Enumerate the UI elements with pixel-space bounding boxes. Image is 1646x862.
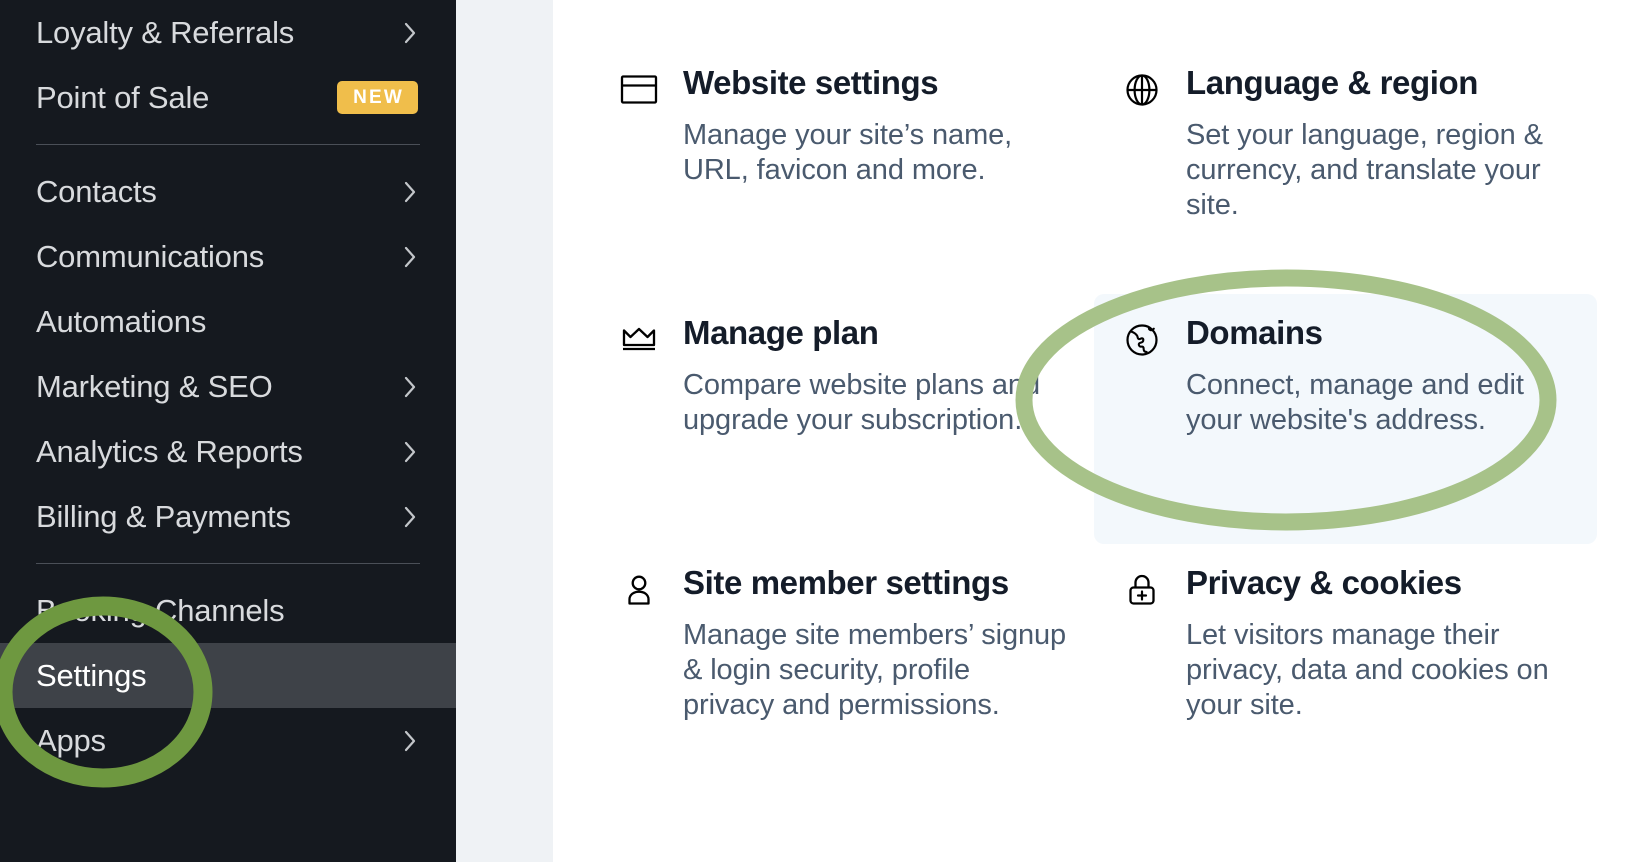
card-title: Language & region (1186, 64, 1571, 102)
new-badge: NEW (337, 81, 418, 114)
settings-card-manage-plan[interactable]: Manage plan Compare website plans and upg… (591, 294, 1094, 544)
sidebar-item-label: Marketing & SEO (36, 369, 272, 405)
card-body: Privacy & cookies Let visitors manage the… (1186, 564, 1571, 722)
card-description: Connect, manage and edit your website's … (1186, 368, 1571, 438)
sidebar-item-marketing-seo[interactable]: Marketing & SEO (0, 354, 456, 419)
crown-icon (617, 318, 661, 362)
sidebar-item-label: Loyalty & Referrals (36, 15, 294, 51)
settings-card-language-region[interactable]: Language & region Set your language, regi… (1094, 44, 1597, 294)
card-description: Manage site members’ signup & login secu… (683, 618, 1068, 722)
sidebar-item-apps[interactable]: Apps (0, 708, 456, 773)
sidebar-divider (36, 563, 420, 564)
sidebar-item-booking-channels[interactable]: Booking Channels (0, 578, 456, 643)
card-description: Compare website plans and upgrade your s… (683, 368, 1068, 438)
settings-main-content: Website settings Manage your site’s name,… (553, 0, 1646, 862)
sidebar-divider (36, 144, 420, 145)
chevron-right-icon (402, 439, 418, 465)
card-body: Website settings Manage your site’s name,… (683, 64, 1068, 188)
card-body: Site member settings Manage site members’… (683, 564, 1068, 722)
sidebar-item-settings[interactable]: Settings (0, 643, 456, 708)
sidebar-item-label: Analytics & Reports (36, 434, 303, 470)
settings-card-privacy-cookies[interactable]: Privacy & cookies Let visitors manage the… (1094, 544, 1597, 794)
card-body: Language & region Set your language, regi… (1186, 64, 1571, 222)
sidebar-item-billing-payments[interactable]: Billing & Payments (0, 484, 456, 549)
card-title: Website settings (683, 64, 1068, 102)
sidebar-item-automations[interactable]: Automations (0, 289, 456, 354)
chevron-right-icon (402, 374, 418, 400)
settings-card-grid: Website settings Manage your site’s name,… (553, 0, 1646, 794)
browser-window-icon (617, 68, 661, 112)
sidebar-item-analytics-reports[interactable]: Analytics & Reports (0, 419, 456, 484)
sidebar-item-contacts[interactable]: Contacts (0, 159, 456, 224)
sidebar-item-label: Communications (36, 239, 264, 275)
card-description: Set your language, region & currency, an… (1186, 118, 1571, 222)
card-title: Site member settings (683, 564, 1068, 602)
chevron-right-icon (402, 179, 418, 205)
card-title: Domains (1186, 314, 1571, 352)
sidebar-item-label: Settings (36, 658, 146, 694)
sidebar-item-label: Billing & Payments (36, 499, 291, 535)
card-title: Manage plan (683, 314, 1068, 352)
chevron-right-icon (402, 244, 418, 270)
chevron-right-icon (402, 728, 418, 754)
settings-card-domains[interactable]: Domains Connect, manage and edit your web… (1094, 294, 1597, 544)
sidebar-item-label: Point of Sale (36, 80, 209, 116)
settings-page: Loyalty & Referrals Point of Sale NEW Conta… (0, 0, 1646, 862)
sidebar-item-label: Apps (36, 723, 106, 759)
sidebar-item-label: Automations (36, 304, 206, 340)
content-gutter (456, 0, 553, 862)
card-description: Let visitors manage their privacy, data … (1186, 618, 1571, 722)
sidebar-item-label: Contacts (36, 174, 157, 210)
settings-card-website-settings[interactable]: Website settings Manage your site’s name,… (591, 44, 1094, 294)
main-sidebar: Loyalty & Referrals Point of Sale NEW Conta… (0, 0, 456, 862)
padlock-plus-icon (1120, 568, 1164, 612)
card-body: Domains Connect, manage and edit your web… (1186, 314, 1571, 438)
sidebar-item-label: Booking Channels (36, 593, 284, 629)
card-body: Manage plan Compare website plans and upg… (683, 314, 1068, 438)
globe-grid-icon (1120, 68, 1164, 112)
earth-icon (1120, 318, 1164, 362)
person-icon (617, 568, 661, 612)
chevron-right-icon (402, 504, 418, 530)
settings-card-site-member-settings[interactable]: Site member settings Manage site members’… (591, 544, 1094, 794)
sidebar-item-loyalty-referrals[interactable]: Loyalty & Referrals (0, 0, 456, 65)
sidebar-item-point-of-sale[interactable]: Point of Sale NEW (0, 65, 456, 130)
sidebar-item-communications[interactable]: Communications (0, 224, 456, 289)
chevron-right-icon (402, 20, 418, 46)
card-description: Manage your site’s name, URL, favicon an… (683, 118, 1068, 188)
card-title: Privacy & cookies (1186, 564, 1571, 602)
